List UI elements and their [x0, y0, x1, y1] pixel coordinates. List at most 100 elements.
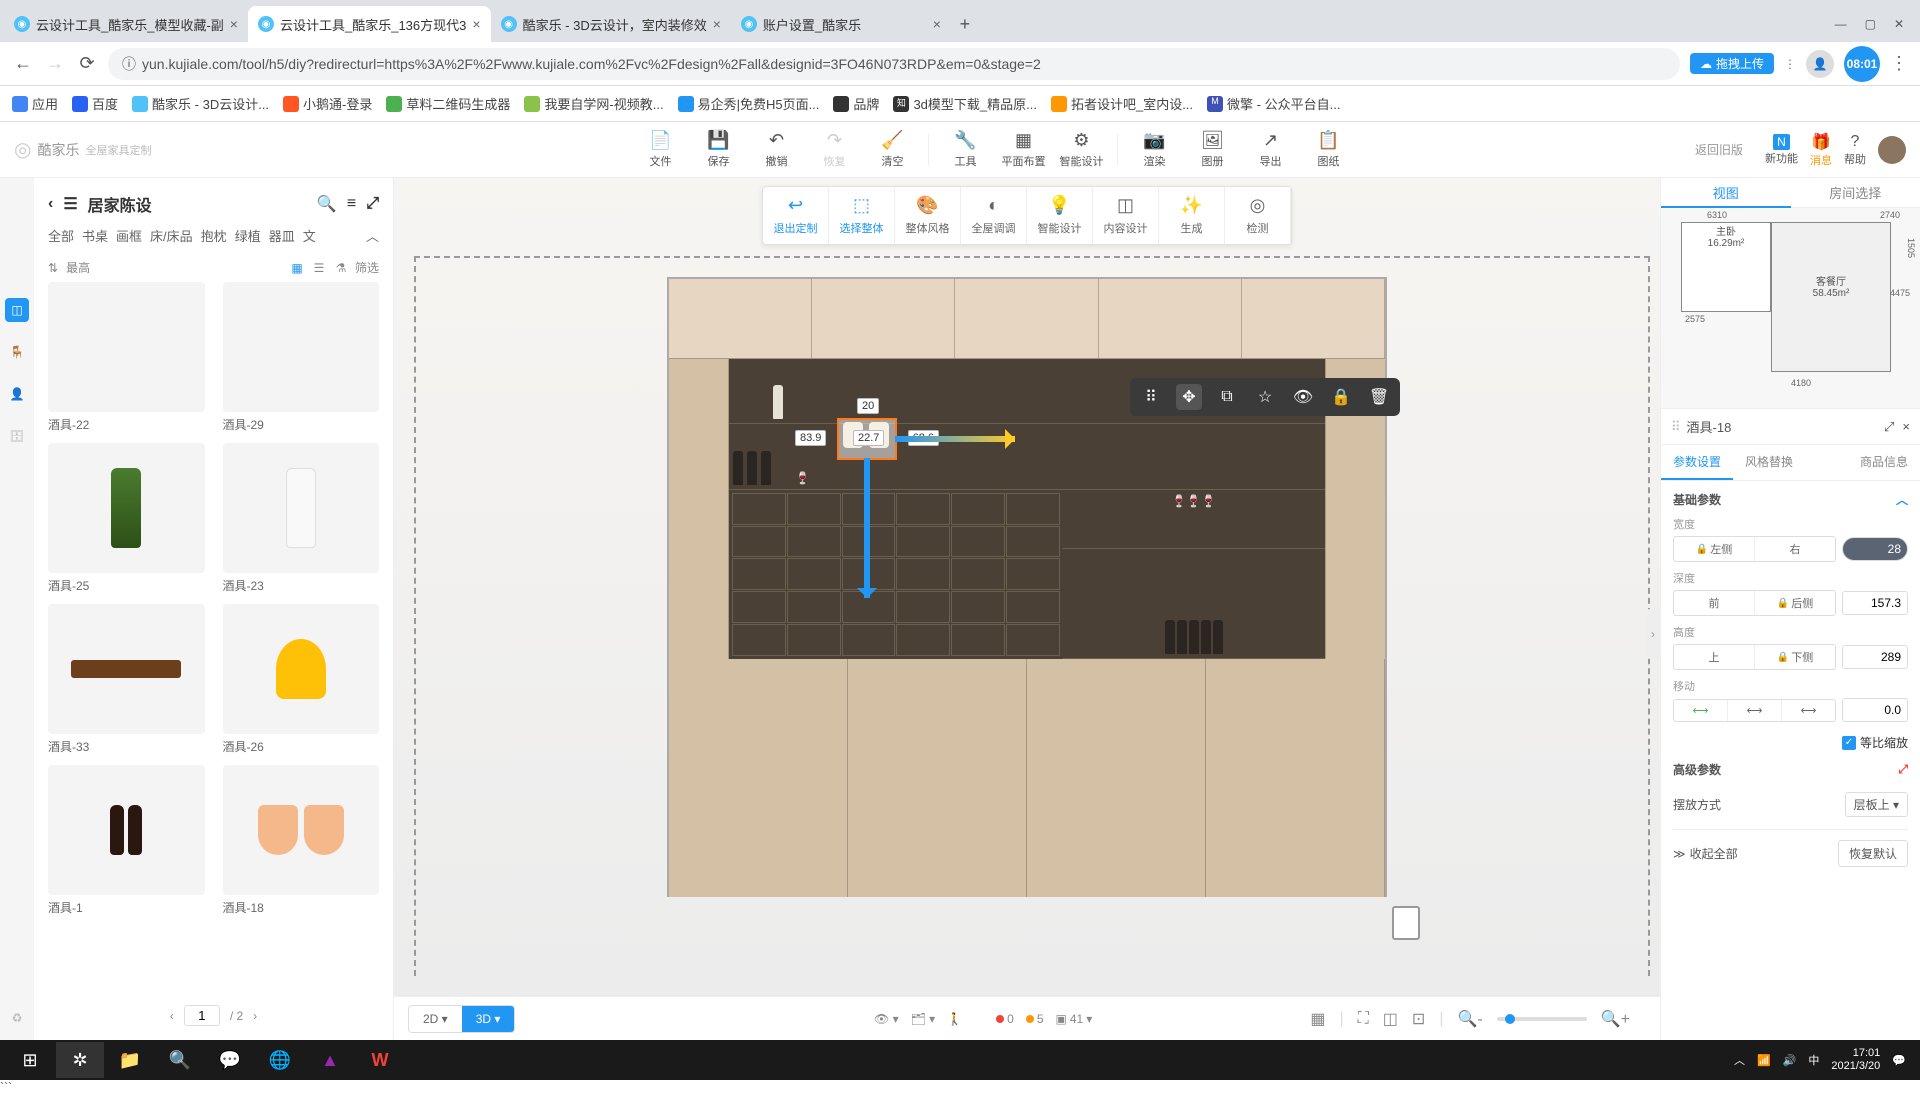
- tool-undo[interactable]: ↶撤销: [748, 130, 804, 169]
- grid-view-icon[interactable]: ▦: [289, 260, 305, 276]
- reload-button[interactable]: ⟳: [76, 53, 98, 74]
- tool-file[interactable]: 📄文件: [632, 130, 688, 169]
- fit-icon[interactable]: ⊡: [1412, 1009, 1425, 1029]
- move-y-arrow[interactable]: [864, 458, 870, 598]
- filter-item[interactable]: 文: [303, 226, 316, 245]
- model-card[interactable]: 酒具-29: [223, 282, 380, 433]
- task-wps[interactable]: W: [356, 1042, 404, 1078]
- width-input[interactable]: [1842, 537, 1908, 561]
- bookmark-item[interactable]: 百度: [72, 94, 118, 113]
- model-card[interactable]: 酒具-1: [48, 765, 205, 916]
- close-prop-icon[interactable]: ×: [1902, 419, 1910, 434]
- collapse-label[interactable]: 收起全部: [1690, 845, 1738, 862]
- fullscreen-icon[interactable]: ⛶: [1358, 1010, 1369, 1028]
- tab-style[interactable]: 风格替换: [1733, 445, 1805, 480]
- generate-button[interactable]: ✨生成: [1159, 187, 1225, 244]
- extensions-icon[interactable]: ⋮: [1784, 57, 1796, 71]
- rail-user-icon[interactable]: 👤: [5, 382, 29, 406]
- select-all-button[interactable]: ⬚选择整体: [829, 187, 895, 244]
- task-wechat[interactable]: 💬: [206, 1042, 254, 1078]
- stat-error[interactable]: 0: [996, 1012, 1014, 1026]
- filter-item[interactable]: 全部: [48, 226, 74, 245]
- tab-params[interactable]: 参数设置: [1661, 445, 1733, 480]
- tool-export[interactable]: ↗导出: [1242, 130, 1298, 169]
- tab-product[interactable]: 商品信息: [1848, 445, 1920, 480]
- reset-button[interactable]: 恢复默认: [1838, 840, 1908, 867]
- tab-room-select[interactable]: 房间选择: [1791, 178, 1920, 208]
- site-info-icon[interactable]: ⓘ: [122, 54, 136, 74]
- tool-floorplan[interactable]: ▦平面布置: [995, 130, 1051, 169]
- forward-button[interactable]: →: [44, 53, 66, 74]
- browser-tab[interactable]: ◉云设计工具_酷家乐_模型收藏-副×: [4, 6, 248, 42]
- task-obs[interactable]: ✲: [56, 1042, 104, 1078]
- selected-object[interactable]: 20 83.9 22.7 68.6: [837, 418, 897, 460]
- tray-chevron-icon[interactable]: ︿: [1734, 1052, 1745, 1068]
- grid-icon[interactable]: ▦: [1310, 1009, 1325, 1029]
- chevron-up-icon[interactable]: ︿: [1896, 491, 1908, 508]
- exit-custom-button[interactable]: ↩退出定制: [763, 187, 829, 244]
- mode-3d-button[interactable]: 3D ▾: [462, 1006, 515, 1032]
- task-chrome[interactable]: 🌐: [256, 1042, 304, 1078]
- move-icon[interactable]: ✥: [1176, 384, 1202, 410]
- whats-new-button[interactable]: N新功能: [1765, 134, 1798, 166]
- close-icon[interactable]: ×: [933, 16, 941, 32]
- url-input[interactable]: ⓘ yun.kujiale.com/tool/h5/diy?redirectur…: [108, 48, 1680, 80]
- model-card[interactable]: 酒具-33: [48, 604, 205, 755]
- page-input[interactable]: [184, 1005, 220, 1026]
- close-icon[interactable]: ×: [472, 16, 480, 32]
- tool-drawing[interactable]: 📋图纸: [1300, 130, 1356, 169]
- close-icon[interactable]: ×: [230, 16, 238, 32]
- sort-label[interactable]: 最高: [66, 259, 90, 276]
- rail-recycle-icon[interactable]: ♻: [5, 1006, 29, 1030]
- rail-library-icon[interactable]: ◫: [5, 298, 29, 322]
- filter-item[interactable]: 绿植: [235, 226, 261, 245]
- bookmark-item[interactable]: 我要自学网-视频教...: [524, 94, 663, 113]
- settings-icon[interactable]: ≡: [347, 195, 356, 213]
- search-icon[interactable]: 🔍: [317, 194, 337, 214]
- clock[interactable]: 17:01 2021/3/20: [1831, 1047, 1880, 1073]
- minimize-icon[interactable]: —: [1835, 17, 1847, 31]
- task-explorer[interactable]: 📁: [106, 1042, 154, 1078]
- filter-label[interactable]: 筛选: [355, 259, 379, 276]
- drag-handle-icon[interactable]: ⠿: [1138, 384, 1164, 410]
- list-icon[interactable]: ☰: [63, 194, 77, 214]
- hide-icon[interactable]: 👁: [1290, 384, 1316, 410]
- messages-button[interactable]: 🎁消息: [1810, 132, 1832, 168]
- collapse-icon[interactable]: ⤢: [366, 195, 379, 213]
- move-x-arrow[interactable]: [895, 436, 1015, 442]
- close-icon[interactable]: ×: [713, 16, 721, 32]
- expand-adv-icon[interactable]: ⤢: [1898, 762, 1908, 777]
- sort-icon[interactable]: ⇅: [48, 261, 58, 275]
- browser-menu-icon[interactable]: ⋮: [1890, 53, 1908, 74]
- snap-icon[interactable]: ◫: [1383, 1009, 1398, 1029]
- filter-item[interactable]: 画框: [116, 226, 142, 245]
- task-app1[interactable]: ▲: [306, 1042, 354, 1078]
- browser-tab[interactable]: ◉酷家乐 - 3D云设计，室内装修效×: [491, 6, 731, 42]
- page-next-icon[interactable]: ›: [253, 1009, 257, 1023]
- axis-y-icon[interactable]: ⟷: [1674, 700, 1728, 721]
- app-logo[interactable]: ◎ 酷家乐 全屋家具定制: [14, 137, 294, 162]
- filter-item[interactable]: 器皿: [269, 226, 295, 245]
- clipboard-button[interactable]: [1392, 906, 1420, 940]
- browser-tab[interactable]: ◉云设计工具_酷家乐_136方现代3×: [248, 6, 491, 42]
- model-card[interactable]: 酒具-26: [223, 604, 380, 755]
- lock-icon[interactable]: 🔒: [1328, 384, 1354, 410]
- start-button[interactable]: ⊞: [6, 1042, 54, 1078]
- bookmark-item[interactable]: 拓者设计吧_室内设...: [1051, 94, 1193, 113]
- maximize-icon[interactable]: ▢: [1865, 17, 1876, 31]
- mode-2d-button[interactable]: 2D ▾: [409, 1006, 462, 1032]
- layers-icon[interactable]: 🗂 ▾: [911, 1012, 936, 1026]
- model-card[interactable]: 酒具-22: [48, 282, 205, 433]
- upload-badge[interactable]: ☁拖拽上传: [1690, 53, 1774, 74]
- back-old-link[interactable]: 返回旧版: [1695, 141, 1743, 158]
- panel-collapse-handle[interactable]: ›: [1646, 609, 1660, 659]
- content-button[interactable]: ◫内容设计: [1093, 187, 1159, 244]
- check-button[interactable]: ◎检测: [1225, 187, 1291, 244]
- move-axis[interactable]: ⟷ ⟷ ⟷: [1673, 699, 1836, 722]
- viewport-3d[interactable]: 🍷 20 83.9 22.7 68.6: [394, 178, 1660, 996]
- apps-button[interactable]: 应用: [12, 94, 58, 113]
- bookmark-item[interactable]: 小鹅通-登录: [283, 94, 372, 113]
- new-tab-button[interactable]: +: [951, 14, 979, 35]
- smart-design-button[interactable]: 💡智能设计: [1027, 187, 1093, 244]
- filter-icon[interactable]: ⚗: [333, 260, 349, 276]
